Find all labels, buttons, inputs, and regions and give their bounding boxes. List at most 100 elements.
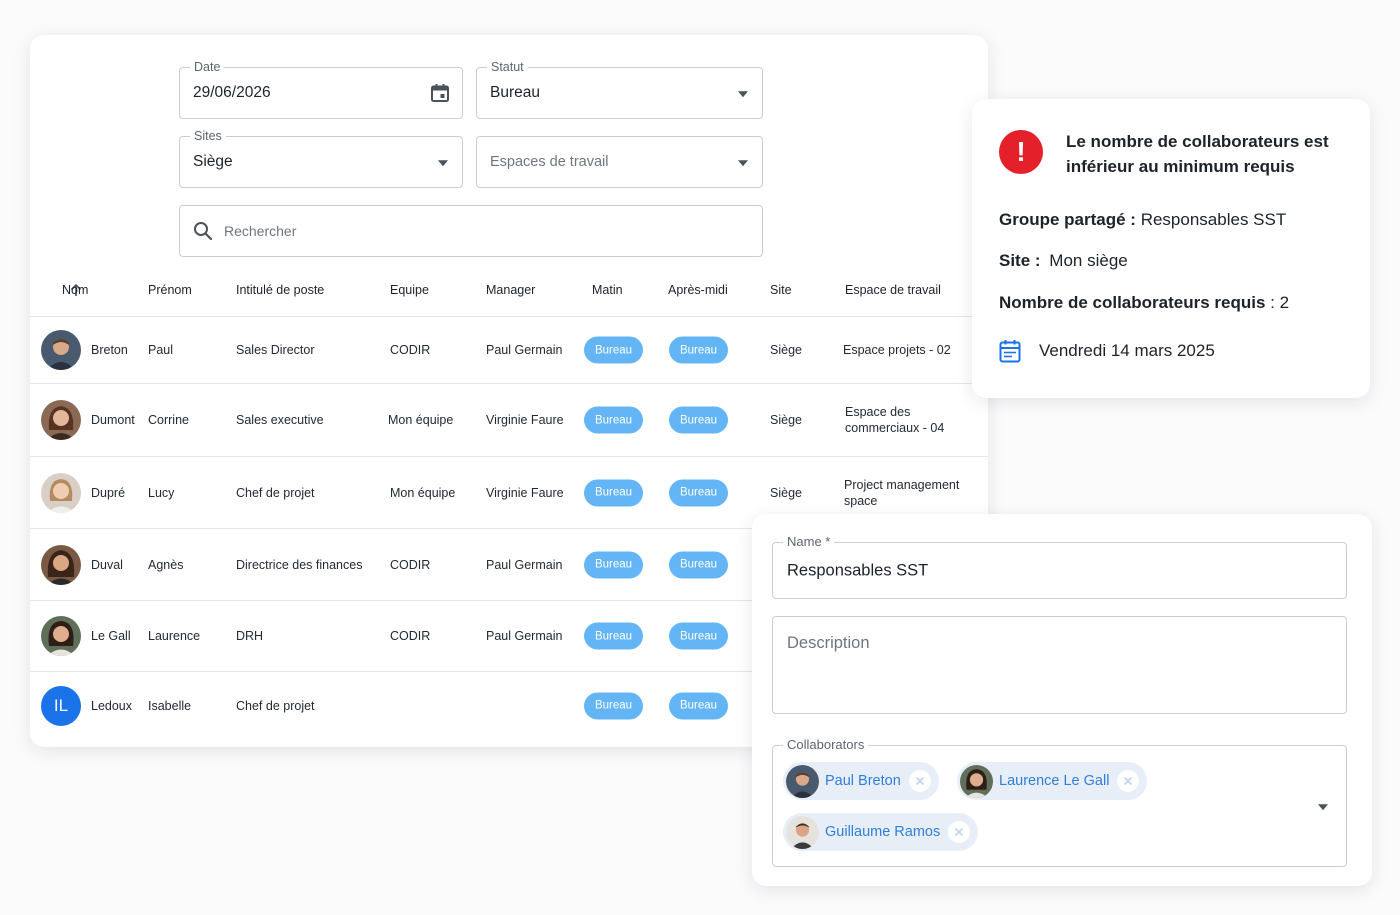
- table-row[interactable]: Dumont Corrine Sales executive Mon équip…: [30, 383, 988, 456]
- collaborator-chip[interactable]: Paul Breton: [783, 762, 939, 800]
- col-apresmidi[interactable]: Après-midi: [668, 283, 728, 297]
- chip-label: Guillaume Ramos: [825, 824, 941, 840]
- chevron-down-icon[interactable]: [1318, 804, 1328, 811]
- matin-status-badge[interactable]: Bureau: [584, 622, 643, 650]
- cell-nom: Duval: [91, 557, 123, 572]
- date-field[interactable]: Date 29/06/2026: [179, 60, 463, 119]
- alert-site-label: Site :: [999, 251, 1041, 270]
- cell-intitule: Sales executive: [236, 413, 324, 427]
- cell-prenom: Corrine: [148, 413, 189, 427]
- col-prenom[interactable]: Prénom: [148, 283, 192, 297]
- col-espace[interactable]: Espace de travail: [845, 283, 941, 297]
- close-icon[interactable]: [908, 770, 931, 792]
- sites-select-value: Siège: [193, 153, 233, 170]
- statut-select[interactable]: Statut Bureau: [476, 60, 763, 119]
- name-field[interactable]: Name * Responsables SST: [772, 535, 1347, 599]
- sites-select-label: Sites: [190, 129, 226, 143]
- avatar: [960, 764, 993, 798]
- col-intitule[interactable]: Intitulé de poste: [236, 283, 324, 297]
- description-placeholder: Description: [787, 634, 870, 652]
- col-equipe[interactable]: Equipe: [390, 283, 429, 297]
- cell-equipe: CODIR: [390, 557, 431, 572]
- avatar: [41, 400, 81, 440]
- cell-nom: Ledoux: [91, 698, 133, 713]
- cell-nom: Breton: [91, 343, 128, 357]
- alert-date: Vendredi 14 mars 2025: [1039, 341, 1215, 360]
- group-form-card: Name * Responsables SST Description Coll…: [752, 514, 1372, 886]
- cell-nom: Dupré: [91, 485, 126, 500]
- cell-site: Siège: [770, 413, 802, 427]
- matin-status-badge[interactable]: Bureau: [584, 336, 643, 364]
- calendar-icon: [999, 340, 1021, 363]
- apresmidi-status-badge[interactable]: Bureau: [669, 479, 728, 506]
- cell-prenom: Isabelle: [148, 698, 192, 713]
- name-field-value: Responsables SST: [787, 561, 929, 579]
- alert-site-value: Mon siège: [1049, 251, 1128, 270]
- cell-manager: Paul Germain: [486, 629, 563, 643]
- avatar: [786, 815, 819, 849]
- cell-equipe: Mon équipe: [388, 413, 454, 427]
- statut-select-value: Bureau: [490, 84, 540, 101]
- collaborators-field[interactable]: Collaborators Paul Breton Laurence Le Ga…: [772, 738, 1347, 867]
- espaces-select[interactable]: Espaces de travail: [476, 136, 763, 188]
- chevron-down-icon: [738, 91, 748, 98]
- avatar: [786, 764, 819, 798]
- apresmidi-status-badge[interactable]: Bureau: [669, 406, 728, 434]
- alert-groupe: Groupe partagé : Responsables SST: [999, 210, 1286, 230]
- cell-espace: Project management space: [844, 477, 960, 508]
- alert-groupe-value: Responsables SST: [1140, 210, 1287, 229]
- cell-manager: Paul Germain: [486, 343, 563, 357]
- chip-label: Laurence Le Gall: [999, 773, 1110, 789]
- collaborator-chip[interactable]: Guillaume Ramos: [783, 813, 979, 851]
- description-field[interactable]: Description: [772, 616, 1347, 714]
- cell-intitule: Directrice des finances: [236, 557, 363, 572]
- alert-card: ! Le nombre de collaborateurs est inféri…: [972, 99, 1370, 398]
- alert-groupe-label: Groupe partagé :: [999, 210, 1136, 229]
- search-input[interactable]: Rechercher: [179, 205, 763, 257]
- cell-site: Siège: [770, 343, 802, 357]
- cell-site: Siège: [770, 485, 802, 500]
- cell-intitule: DRH: [236, 629, 264, 643]
- avatar: [41, 544, 81, 585]
- sites-select[interactable]: Sites Siège: [179, 129, 463, 188]
- table-row[interactable]: Breton Paul Sales Director CODIR Paul Ge…: [30, 316, 988, 383]
- matin-status-badge[interactable]: Bureau: [584, 406, 643, 434]
- cell-equipe: Mon équipe: [390, 485, 456, 500]
- alert-site: Site : Mon siège: [999, 251, 1128, 271]
- collaborators-field-label: Collaborators: [783, 738, 869, 752]
- col-nom[interactable]: Nom: [62, 283, 88, 298]
- chip-label: Paul Breton: [825, 773, 901, 789]
- date-field-label: Date: [190, 60, 225, 74]
- close-icon[interactable]: [948, 821, 971, 843]
- cell-prenom: Lucy: [148, 485, 175, 500]
- cell-intitule: Sales Director: [236, 343, 315, 357]
- apresmidi-status-badge[interactable]: Bureau: [669, 692, 728, 719]
- date-field-value: 29/06/2026: [193, 84, 271, 101]
- cell-manager: Paul Germain: [486, 557, 563, 572]
- avatar: IL: [41, 685, 81, 726]
- chevron-down-icon: [738, 160, 748, 167]
- cell-equipe: CODIR: [390, 629, 431, 643]
- apresmidi-status-badge[interactable]: Bureau: [669, 336, 728, 364]
- collaborator-chip[interactable]: Laurence Le Gall: [957, 762, 1148, 800]
- cell-espace: Espace projets - 02: [843, 343, 951, 357]
- search-placeholder: Rechercher: [224, 223, 297, 239]
- cell-nom: Le Gall: [91, 629, 131, 643]
- col-manager[interactable]: Manager: [486, 283, 535, 297]
- col-matin[interactable]: Matin: [592, 283, 623, 297]
- avatar: [41, 472, 81, 513]
- col-site[interactable]: Site: [770, 283, 792, 297]
- close-icon[interactable]: [1117, 770, 1140, 792]
- apresmidi-status-badge[interactable]: Bureau: [669, 622, 728, 650]
- cell-equipe: CODIR: [390, 343, 431, 357]
- cell-espace: Espace des commerciaux - 04: [845, 405, 945, 435]
- apresmidi-status-badge[interactable]: Bureau: [669, 551, 728, 578]
- calendar-icon[interactable]: [430, 83, 450, 103]
- avatar: [41, 616, 81, 656]
- alert-nombre-value: : 2: [1270, 293, 1290, 312]
- cell-prenom: Laurence: [148, 629, 201, 643]
- matin-status-badge[interactable]: Bureau: [584, 692, 643, 719]
- matin-status-badge[interactable]: Bureau: [584, 479, 643, 506]
- search-icon: [194, 222, 213, 241]
- matin-status-badge[interactable]: Bureau: [584, 551, 643, 578]
